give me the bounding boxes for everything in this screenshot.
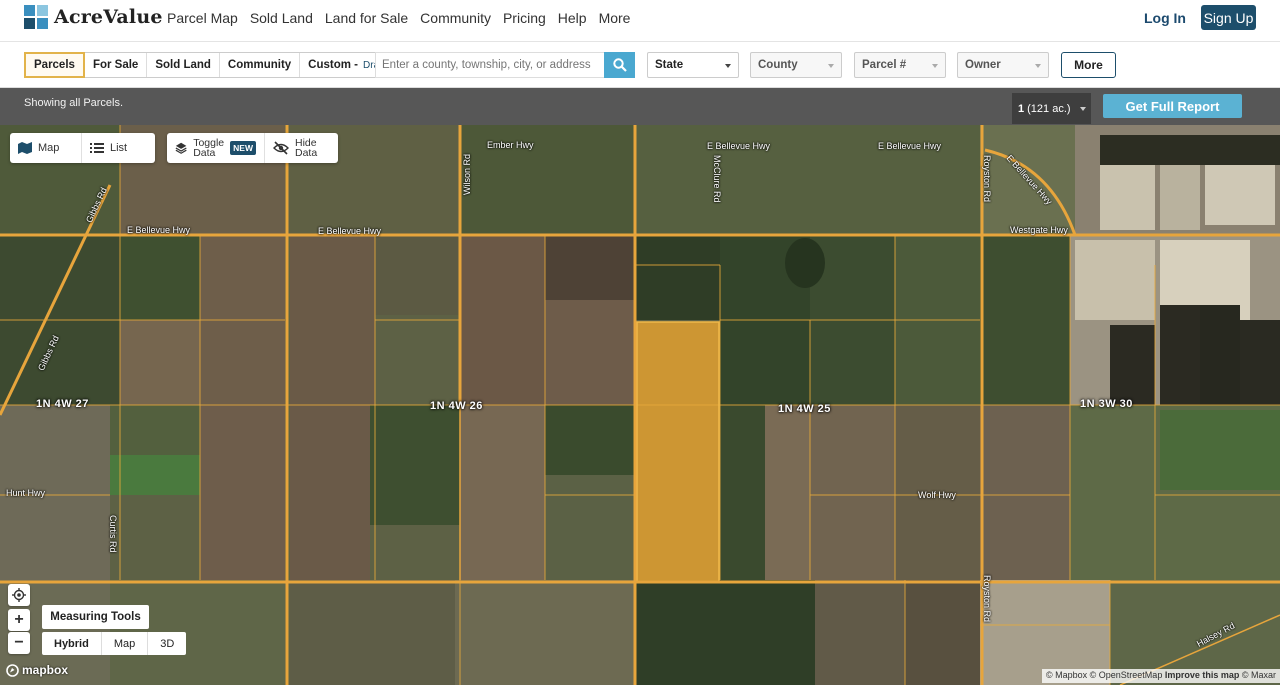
road-label: Westgate Hwy: [1010, 225, 1068, 235]
county-select-value: County: [758, 59, 798, 71]
top-navbar: AcreValue Parcel Map Sold Land Land for …: [0, 0, 1280, 42]
search-icon: [612, 58, 627, 72]
view-toggle: Map List: [10, 133, 155, 163]
brand-name: AcreValue: [54, 6, 163, 28]
road-label: Wilson Rd: [462, 153, 472, 195]
layers-icon: [175, 142, 187, 154]
state-select[interactable]: State: [647, 52, 739, 78]
nav-pricing[interactable]: Pricing: [503, 10, 546, 26]
mapbox-logo-text: mapbox: [22, 663, 69, 677]
map-view-button[interactable]: Map: [10, 133, 82, 163]
eye-slash-icon: [273, 141, 289, 155]
zoom-out-button[interactable]: −: [8, 632, 30, 654]
nav-parcel-map[interactable]: Parcel Map: [167, 10, 238, 26]
chevron-down-icon: [932, 64, 938, 68]
mapbox-logo[interactable]: mapbox: [6, 663, 68, 677]
owner-select-value: Owner: [965, 59, 1001, 71]
nav-land-for-sale[interactable]: Land for Sale: [325, 10, 408, 26]
main-nav: Parcel Map Sold Land Land for Sale Commu…: [167, 10, 642, 26]
state-select-value: State: [655, 59, 684, 71]
custom-label: Custom -: [308, 59, 359, 71]
road-label: McClure Rd: [712, 155, 722, 203]
attribution-text[interactable]: © Mapbox © OpenStreetMap: [1046, 670, 1162, 680]
road-label: E Bellevue Hwy: [707, 141, 771, 151]
nav-help[interactable]: Help: [558, 10, 587, 26]
section-label: 1N 4W 27: [36, 398, 89, 410]
maxar-attribution[interactable]: © Maxar: [1242, 670, 1276, 680]
login-link[interactable]: Log In: [1144, 10, 1186, 26]
filter-bar: Parcels For Sale Sold Land Community Cus…: [0, 42, 1280, 88]
road-label: Hunt Hwy: [6, 488, 46, 498]
road-label: Royston Rd: [982, 575, 992, 623]
more-filters-button[interactable]: More: [1061, 52, 1116, 78]
parcel-count: 1: [1018, 102, 1025, 115]
satellite-map[interactable]: 1N 4W 27 1N 4W 26 1N 4W 25 1N 3W 30 Embe…: [0, 125, 1280, 685]
nav-community[interactable]: Community: [420, 10, 491, 26]
parcel-number-select[interactable]: Parcel #: [854, 52, 946, 78]
map-type-switcher: Hybrid Map 3D: [42, 632, 187, 655]
new-badge: NEW: [230, 141, 256, 155]
hide-data-label: Hide Data: [295, 138, 318, 159]
chevron-down-icon: [828, 64, 834, 68]
map-type-map[interactable]: Map: [102, 632, 149, 655]
county-select[interactable]: County: [750, 52, 842, 78]
section-label: 1N 4W 25: [778, 403, 831, 415]
toggle-data-line2: Data: [193, 147, 216, 159]
zoom-in-button[interactable]: +: [8, 609, 30, 631]
improve-map-link[interactable]: Improve this map: [1165, 670, 1240, 680]
tab-for-sale[interactable]: For Sale: [85, 53, 148, 77]
road-label: Curtis Rd: [108, 515, 118, 553]
chevron-down-icon: [1080, 107, 1086, 111]
tab-parcels[interactable]: Parcels: [24, 52, 85, 78]
measuring-tools-button[interactable]: Measuring Tools: [42, 605, 149, 629]
hide-data-button[interactable]: Hide Data: [265, 133, 338, 163]
toggle-data-button[interactable]: Toggle Data NEW: [167, 133, 265, 163]
status-text: Showing all Parcels.: [24, 97, 124, 109]
road-label: Royston Rd: [982, 155, 992, 203]
map-type-3d[interactable]: 3D: [148, 632, 186, 655]
layer-tabs: Parcels For Sale Sold Land Community Cus…: [24, 52, 397, 78]
get-full-report-button[interactable]: Get Full Report: [1103, 94, 1242, 118]
section-label: 1N 4W 26: [430, 400, 483, 412]
geolocate-button[interactable]: [8, 584, 30, 606]
crosshair-icon: [12, 588, 26, 602]
data-toggle-group: Toggle Data NEW Hide Data: [167, 133, 338, 163]
mapbox-icon: [6, 663, 19, 677]
map-icon: [18, 142, 32, 154]
search-input[interactable]: [375, 52, 605, 78]
hide-data-line2: Data: [295, 147, 318, 159]
road-label: E Bellevue Hwy: [878, 141, 942, 151]
acrevalue-logo[interactable]: AcreValue: [24, 5, 163, 29]
tab-sold-land[interactable]: Sold Land: [147, 53, 220, 77]
signup-button[interactable]: Sign Up: [1201, 5, 1256, 30]
tab-community[interactable]: Community: [220, 53, 301, 77]
road-label: Ember Hwy: [487, 140, 534, 150]
road-label: Wolf Hwy: [918, 490, 956, 500]
road-label: E Bellevue Hwy: [127, 225, 191, 235]
chevron-down-icon: [1035, 64, 1041, 68]
parcel-select-value: Parcel #: [862, 59, 907, 71]
map-view-label: Map: [38, 142, 60, 154]
toggle-data-label: Toggle Data: [193, 138, 224, 159]
map-type-hybrid[interactable]: Hybrid: [42, 632, 102, 655]
road-label: E Bellevue Hwy: [318, 226, 382, 236]
map-attribution: © Mapbox © OpenStreetMap Improve this ma…: [1042, 669, 1280, 683]
list-view-label: List: [110, 142, 128, 154]
list-icon: [90, 143, 104, 153]
chevron-down-icon: [725, 64, 731, 68]
parcel-acres: (121 ac.): [1027, 102, 1071, 115]
section-label: 1N 3W 30: [1080, 398, 1133, 410]
nav-more[interactable]: More: [599, 10, 631, 26]
search-button[interactable]: [604, 52, 635, 78]
logo-icon: [24, 5, 48, 29]
owner-select[interactable]: Owner: [957, 52, 1049, 78]
list-view-button[interactable]: List: [82, 133, 155, 163]
selected-parcel-dropdown[interactable]: 1 (121 ac.): [1012, 93, 1091, 124]
nav-sold-land[interactable]: Sold Land: [250, 10, 313, 26]
